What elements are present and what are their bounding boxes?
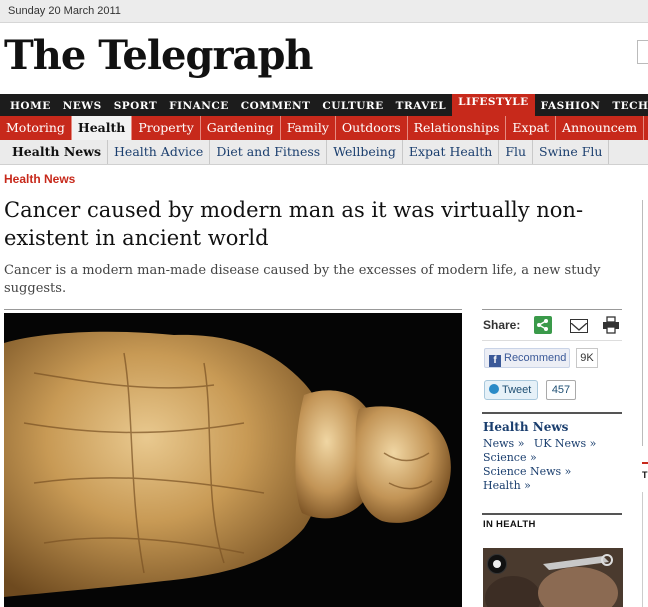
right-column-edge [642,492,648,607]
divider [642,462,648,464]
nav-item-finance[interactable]: FINANCE [163,95,235,116]
health-nav-item-flu[interactable]: Flu [499,140,534,164]
health-nav-item-diet-fitness[interactable]: Diet and Fitness [210,140,328,164]
article-section-link[interactable]: Health News [4,172,75,186]
divider [482,309,622,310]
nav-item-sport[interactable]: SPORT [108,95,163,116]
health-nav-item-wellbeing[interactable]: Wellbeing [327,140,403,164]
tweet-button[interactable]: Tweet [484,380,538,400]
topic-link-science[interactable]: Science » [483,451,537,464]
tweet-label: Tweet [502,384,532,396]
article-standfirst: Cancer is a modern man-made disease caus… [4,263,601,296]
divider [482,412,622,414]
date-text: Sunday 20 March 2011 [8,5,121,17]
topic-link-uk-news[interactable]: UK News » [534,437,596,450]
in-health-heading: IN HEALTH [483,519,536,530]
nav-item-culture[interactable]: CULTURE [316,95,389,116]
nav-item-lifestyle[interactable]: LIFESTYLE [452,94,535,116]
subnav-item-property[interactable]: Property [132,116,201,140]
nav-item-home[interactable]: HOME [0,95,57,116]
right-column-heading-fragment: T [642,470,648,480]
right-column-edge [642,200,648,446]
search-box-edge[interactable] [637,40,648,64]
subnav-item-health[interactable]: Health [71,116,133,140]
health-subnav: Health News Health Advice Diet and Fitness… [0,140,648,165]
topic-title-link[interactable]: Health News [483,420,568,434]
article-headline: Cancer caused by modern man as it was vi… [4,198,584,250]
share-label: Share: [483,318,521,332]
nav-item-comment[interactable]: COMMENT [235,95,317,116]
nav-item-fashion[interactable]: FASHION [535,95,607,116]
masthead-logo[interactable]: The Telegraph [4,26,314,86]
health-nav-item-swine-flu[interactable]: Swine Flu [533,140,610,164]
subnav-item-announcements[interactable]: Announcem [556,116,645,140]
nav-item-news[interactable]: NEWS [57,95,108,116]
facebook-icon: f [489,355,501,367]
health-nav-item-health-news[interactable]: Health News [0,140,109,164]
camera-icon [487,554,507,574]
subnav-item-outdoors[interactable]: Outdoors [336,116,408,140]
lifestyle-subnav: Motoring Health Property Gardening Family Out… [0,116,648,140]
subnav-item-family[interactable]: Family [281,116,336,140]
facebook-recommend-button[interactable]: f Recommend [484,348,570,368]
divider [482,513,622,515]
subnav-item-expat[interactable]: Expat [506,116,557,140]
in-health-thumbnail[interactable] [483,548,623,607]
nav-item-technology[interactable]: TECHN [606,95,648,116]
divider [482,340,622,341]
subnav-item-motoring[interactable]: Motoring [0,116,72,140]
print-icon[interactable] [602,316,620,334]
topic-link-science-news[interactable]: Science News » [483,465,571,478]
share-icon[interactable] [534,316,552,334]
subnav-item-gardening[interactable]: Gardening [201,116,281,140]
share-bar: Share: [482,316,622,338]
main-navigation: HOME NEWS SPORT FINANCE COMMENT CULTURE TRAVEL… [0,94,648,116]
tweet-count[interactable]: 457 [546,380,576,400]
health-nav-item-expat-health[interactable]: Expat Health [403,140,500,164]
health-nav-item-health-advice[interactable]: Health Advice [108,140,211,164]
recommend-label: Recommend [504,352,567,364]
email-icon[interactable] [570,319,588,333]
topic-link-health[interactable]: Health » [483,479,531,492]
recommend-count: 9K [576,348,598,368]
dateline-bar: Sunday 20 March 2011 [0,0,648,23]
divider [4,309,462,310]
masthead-title[interactable]: The Telegraph [4,32,314,79]
article-photo-mummy-scan [4,313,462,607]
twitter-icon [489,384,499,394]
topic-link-news[interactable]: News » [483,437,524,450]
subnav-item-relationships[interactable]: Relationships [408,116,507,140]
topic-links: News » UK News » Science » Science News … [483,437,623,493]
nav-item-travel[interactable]: TRAVEL [390,95,452,116]
